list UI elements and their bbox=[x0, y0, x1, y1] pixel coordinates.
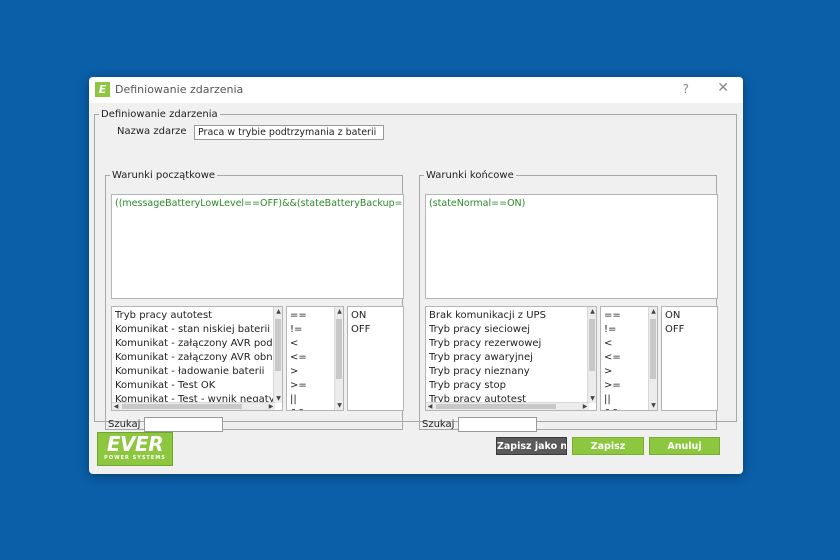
list-item[interactable]: != bbox=[290, 323, 340, 337]
scroll-up-icon[interactable]: ▲ bbox=[588, 307, 596, 316]
list-item[interactable]: >= bbox=[290, 379, 340, 393]
list-item[interactable]: OFF bbox=[351, 323, 400, 337]
scroll-down-icon[interactable]: ▼ bbox=[335, 401, 343, 410]
logo-tagline: POWER SYSTEMS bbox=[104, 455, 166, 461]
group-legend: Definiowanie zdarzenia bbox=[101, 109, 218, 120]
list-item[interactable]: || bbox=[604, 393, 654, 407]
start-list-hscroll[interactable]: ◀ ▶ bbox=[112, 402, 275, 410]
start-value-items: ON OFF bbox=[348, 307, 403, 339]
cancel-button[interactable]: Anuluj bbox=[649, 437, 720, 455]
end-value-list[interactable]: ON OFF bbox=[661, 306, 718, 411]
start-operator-vscroll[interactable]: ▲ ▼ bbox=[334, 307, 343, 410]
event-name-field[interactable]: Praca w trybie podtrzymania z baterii bbox=[194, 125, 384, 140]
start-expression-editor[interactable]: ((messageBatteryLowLevel==OFF)&&(stateBa… bbox=[111, 194, 404, 299]
scroll-thumb[interactable] bbox=[436, 404, 556, 409]
list-item[interactable]: || bbox=[290, 393, 340, 407]
list-item[interactable]: Tryb pracy rezerwowej bbox=[429, 337, 593, 351]
list-item[interactable]: <= bbox=[604, 351, 654, 365]
end-search-label: Szukaj bbox=[422, 419, 455, 430]
list-item[interactable]: ON bbox=[351, 309, 400, 323]
scroll-right-icon[interactable]: ▶ bbox=[581, 403, 589, 410]
list-item[interactable]: == bbox=[604, 309, 654, 323]
list-item[interactable]: > bbox=[290, 365, 340, 379]
title-bar: E Definiowanie zdarzenia ? ✕ bbox=[89, 77, 743, 103]
scroll-down-icon[interactable]: ▼ bbox=[274, 394, 282, 403]
scroll-down-icon[interactable]: ▼ bbox=[588, 394, 596, 403]
start-conditions-legend: Warunki początkowe bbox=[112, 170, 216, 181]
list-item[interactable]: == bbox=[290, 309, 340, 323]
list-item[interactable]: > bbox=[604, 365, 654, 379]
list-item[interactable]: Komunikat - stan niskiej baterii bbox=[115, 323, 279, 337]
help-icon[interactable]: ? bbox=[683, 82, 689, 96]
list-item[interactable]: < bbox=[604, 337, 654, 351]
list-item[interactable]: < bbox=[290, 337, 340, 351]
end-operator-list[interactable]: == != < <= > >= || && ▲ ▼ bbox=[600, 306, 658, 411]
scroll-right-icon[interactable]: ▶ bbox=[267, 403, 275, 410]
scroll-up-icon[interactable]: ▲ bbox=[649, 307, 657, 316]
scroll-thumb[interactable] bbox=[589, 319, 595, 371]
start-conditions-group: Warunki początkowe ((messageBatteryLowLe… bbox=[105, 170, 404, 432]
scroll-left-icon[interactable]: ◀ bbox=[426, 403, 434, 410]
end-operator-vscroll[interactable]: ▲ ▼ bbox=[648, 307, 657, 410]
list-item[interactable]: Tryb pracy stop bbox=[429, 379, 593, 393]
list-item[interactable]: && bbox=[290, 407, 340, 410]
scroll-up-icon[interactable]: ▲ bbox=[274, 307, 282, 316]
logo-wordmark: EVER bbox=[106, 432, 164, 456]
end-conditions-legend: Warunki końcowe bbox=[426, 170, 514, 181]
list-item[interactable]: Tryb pracy autotest bbox=[115, 309, 279, 323]
scroll-thumb[interactable] bbox=[122, 404, 242, 409]
list-item[interactable]: <= bbox=[290, 351, 340, 365]
start-search-input[interactable] bbox=[144, 417, 223, 432]
list-item[interactable]: != bbox=[604, 323, 654, 337]
list-item[interactable]: Komunikat - Test OK bbox=[115, 379, 279, 393]
scroll-thumb[interactable] bbox=[275, 319, 281, 371]
end-value-items: ON OFF bbox=[662, 307, 717, 339]
list-item[interactable]: Tryb pracy nieznany bbox=[429, 365, 593, 379]
end-expression-editor[interactable]: (stateNormal==ON) bbox=[425, 194, 718, 299]
event-name-label: Nazwa zdarze bbox=[117, 126, 187, 137]
close-icon[interactable]: ✕ bbox=[717, 80, 729, 96]
event-definition-group: Definiowanie zdarzenia Nazwa zdarze Prac… bbox=[94, 109, 737, 432]
end-list-hscroll[interactable]: ◀ ▶ bbox=[426, 402, 589, 410]
ever-logo: EVER POWER SYSTEMS bbox=[97, 432, 173, 466]
list-item[interactable]: OFF bbox=[665, 323, 714, 337]
scroll-left-icon[interactable]: ◀ bbox=[112, 403, 120, 410]
window-title: Definiowanie zdarzenia bbox=[115, 83, 244, 96]
list-item[interactable]: Tryb pracy sieciowej bbox=[429, 323, 593, 337]
end-variable-list[interactable]: Brak komunikacji z UPS Tryb pracy siecio… bbox=[425, 306, 597, 411]
end-list-vscroll[interactable]: ▲ ▼ bbox=[587, 307, 596, 403]
list-item[interactable]: Komunikat - załączony AVR obniż bbox=[115, 351, 279, 365]
event-definition-dialog: E Definiowanie zdarzenia ? ✕ Definiowani… bbox=[89, 77, 743, 474]
start-list-vscroll[interactable]: ▲ ▼ bbox=[273, 307, 282, 403]
list-item[interactable]: ON bbox=[665, 309, 714, 323]
list-item[interactable]: Komunikat - ładowanie baterii bbox=[115, 365, 279, 379]
save-as-new-button[interactable]: Zapisz jako nowy bbox=[496, 437, 567, 455]
list-item[interactable]: Komunikat - załączony AVR podw bbox=[115, 337, 279, 351]
app-logo-icon: E bbox=[95, 82, 110, 97]
save-button[interactable]: Zapisz bbox=[572, 437, 644, 455]
start-operator-list[interactable]: == != < <= > >= || && ▲ ▼ bbox=[286, 306, 344, 411]
end-conditions-group: Warunki końcowe (stateNormal==ON) Brak k… bbox=[419, 170, 718, 432]
scroll-thumb[interactable] bbox=[650, 319, 656, 379]
end-variable-items: Brak komunikacji z UPS Tryb pracy siecio… bbox=[426, 307, 596, 409]
list-item[interactable]: Brak komunikacji z UPS bbox=[429, 309, 593, 323]
start-variable-items: Tryb pracy autotest Komunikat - stan nis… bbox=[112, 307, 282, 409]
start-value-list[interactable]: ON OFF bbox=[347, 306, 404, 411]
end-search-input[interactable] bbox=[458, 417, 537, 432]
start-variable-list[interactable]: Tryb pracy autotest Komunikat - stan nis… bbox=[111, 306, 283, 411]
list-item[interactable]: Tryb pracy awaryjnej bbox=[429, 351, 593, 365]
list-item[interactable]: >= bbox=[604, 379, 654, 393]
scroll-up-icon[interactable]: ▲ bbox=[335, 307, 343, 316]
start-search-label: Szukaj bbox=[108, 419, 141, 430]
scroll-thumb[interactable] bbox=[336, 319, 342, 379]
list-item[interactable]: && bbox=[604, 407, 654, 410]
scroll-down-icon[interactable]: ▼ bbox=[649, 401, 657, 410]
